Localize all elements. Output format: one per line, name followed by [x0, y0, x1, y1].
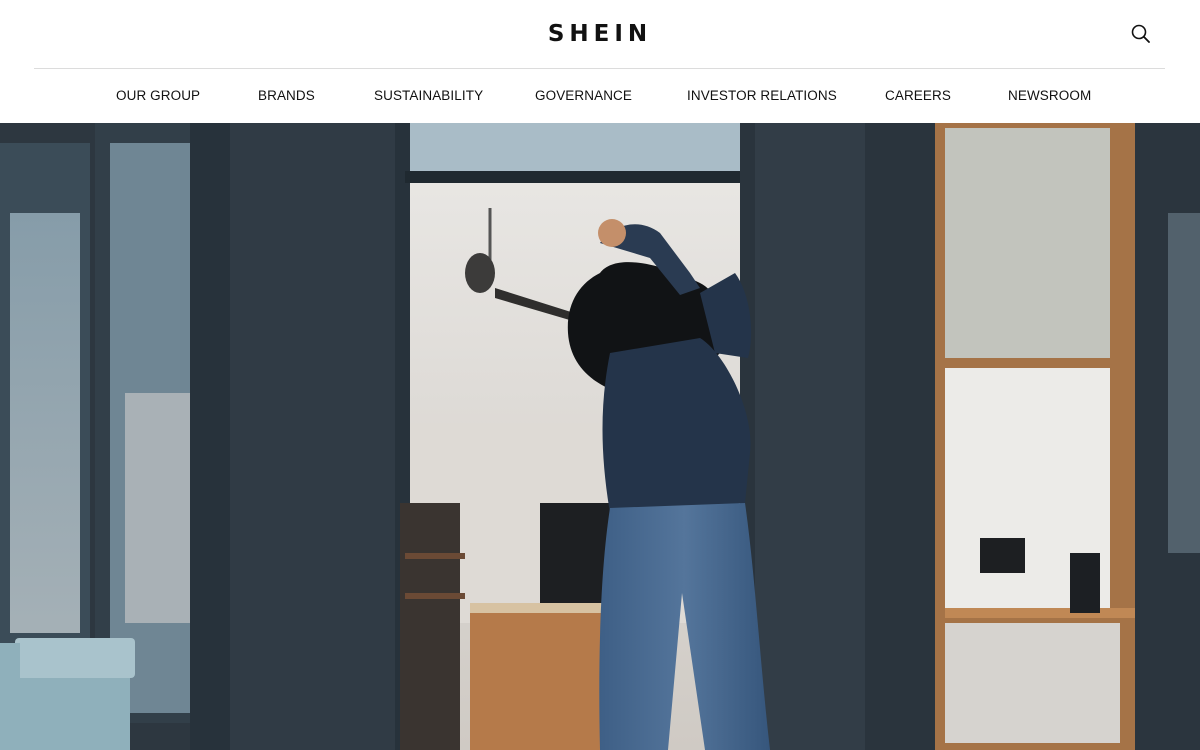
nav-item-careers[interactable]: CAREERS [885, 87, 951, 104]
search-icon [1131, 24, 1150, 43]
nav-item-investor-relations[interactable]: INVESTOR RELATIONS [687, 87, 837, 104]
nav-item-governance[interactable]: GOVERNANCE [535, 87, 632, 104]
hero-video[interactable] [0, 123, 1200, 750]
main-nav: OUR GROUP BRANDS SUSTAINABILITY GOVERNAN… [0, 69, 1200, 123]
search-button[interactable] [1130, 23, 1152, 45]
shein-logo[interactable]: SHEIN [0, 20, 1200, 48]
hero-image [0, 123, 1200, 750]
nav-item-newsroom[interactable]: NEWSROOM [1008, 87, 1091, 104]
nav-item-brands[interactable]: BRANDS [258, 87, 315, 104]
nav-item-our-group[interactable]: OUR GROUP [116, 87, 200, 104]
nav-item-sustainability[interactable]: SUSTAINABILITY [374, 87, 483, 104]
site-header: SHEIN [0, 0, 1200, 68]
